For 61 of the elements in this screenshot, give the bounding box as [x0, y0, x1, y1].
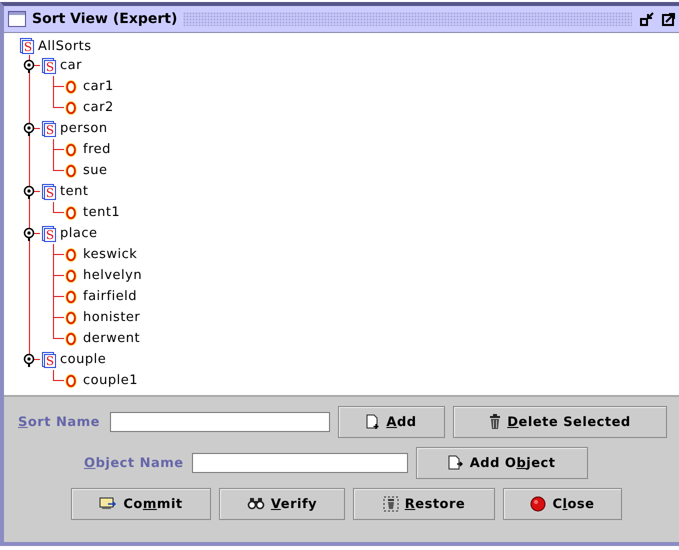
- sort-icon: S: [42, 58, 56, 74]
- tree-item[interactable]: couple1: [83, 373, 138, 388]
- sort-icon: S: [20, 38, 34, 54]
- restore-button[interactable]: Restore: [353, 488, 495, 520]
- object-icon: [65, 268, 77, 282]
- sort-name-field[interactable]: [110, 412, 330, 432]
- tree-item[interactable]: honister: [83, 310, 140, 325]
- field-label: Object Name: [84, 456, 184, 470]
- object-icon: [65, 142, 77, 156]
- tree-item[interactable]: derwent: [83, 331, 140, 346]
- sort-icon: S: [42, 352, 56, 368]
- expand-handle-icon[interactable]: [23, 122, 35, 136]
- tree-item[interactable]: helvelyn: [83, 268, 142, 283]
- tree-item[interactable]: fairfield: [83, 289, 138, 304]
- document-add-icon: [366, 414, 380, 430]
- add-button[interactable]: Add: [338, 406, 445, 438]
- tree-item[interactable]: car: [60, 58, 82, 73]
- object-icon: [65, 248, 77, 262]
- tree-item[interactable]: person: [60, 121, 108, 136]
- document-arrow-icon: [448, 455, 464, 471]
- window-icon: [8, 11, 26, 27]
- add-object-button[interactable]: Add Object: [416, 447, 588, 479]
- trash-icon: [489, 414, 502, 430]
- delete-button[interactable]: Delete Selected: [452, 406, 667, 438]
- object-icon: [65, 164, 77, 178]
- sort-icon: S: [42, 184, 56, 200]
- trash-icon: [382, 496, 399, 512]
- object-icon: [65, 290, 77, 304]
- object-name-field[interactable]: [192, 453, 408, 473]
- maximize-icon[interactable]: [662, 12, 676, 26]
- close-button[interactable]: Close: [503, 488, 622, 520]
- stop-icon: [530, 496, 546, 512]
- expand-handle-icon[interactable]: [23, 185, 35, 199]
- sort-icon: S: [42, 226, 56, 242]
- binoculars-icon: [246, 496, 265, 512]
- field-label: Sort Name: [18, 414, 100, 430]
- tree-item[interactable]: keswick: [83, 247, 138, 262]
- commit-button[interactable]: Commit: [71, 488, 211, 520]
- object-icon: [65, 310, 77, 324]
- expand-handle-icon[interactable]: [23, 59, 35, 73]
- verify-button[interactable]: Verify: [219, 488, 345, 520]
- tree-item[interactable]: AllSorts: [38, 38, 92, 54]
- tree-item[interactable]: tent1: [83, 205, 120, 220]
- tree-item[interactable]: car1: [83, 79, 114, 94]
- tree-item[interactable]: couple: [60, 352, 106, 367]
- tree-item[interactable]: tent: [60, 184, 88, 199]
- tree-item[interactable]: sue: [83, 163, 108, 178]
- monitor-arrow-icon: [99, 497, 118, 511]
- object-icon: [65, 374, 77, 388]
- window-title: Sort View (Expert): [32, 11, 178, 27]
- tree-item[interactable]: fred: [83, 142, 111, 157]
- expand-handle-icon[interactable]: [23, 353, 35, 367]
- minimize-icon[interactable]: [640, 12, 654, 26]
- object-icon: [65, 206, 77, 220]
- expand-handle-icon[interactable]: [23, 227, 35, 241]
- tree-item[interactable]: place: [60, 226, 98, 241]
- sort-icon: S: [42, 120, 56, 136]
- object-icon: [65, 332, 77, 346]
- object-icon: [65, 100, 77, 114]
- object-icon: [65, 80, 77, 94]
- tree-item[interactable]: car2: [83, 100, 114, 115]
